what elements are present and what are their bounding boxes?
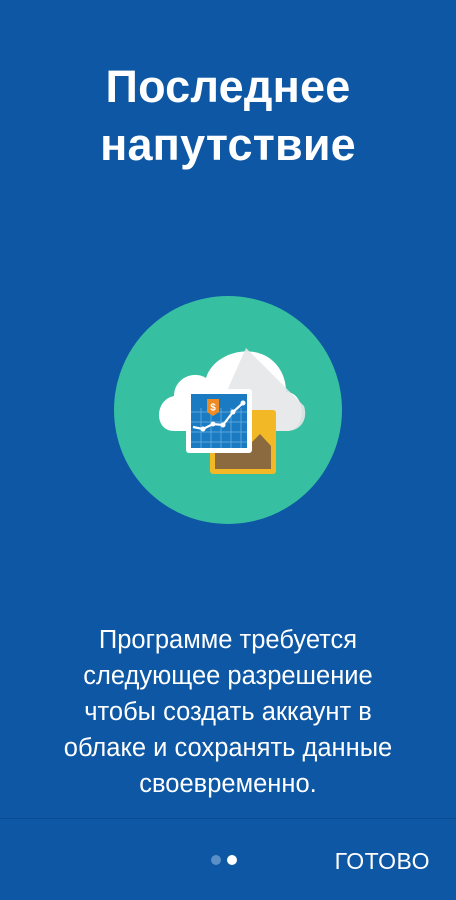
svg-text:$: $: [210, 403, 216, 414]
footer-bar: ГОТОВО: [0, 819, 456, 900]
permission-message: Программе требуется следующее разрешение…: [20, 622, 436, 802]
page-title-line-1: Последнее: [105, 61, 351, 112]
onboarding-screen: Последнее напутствие $ Программе требует…: [0, 0, 456, 900]
page-title: Последнее напутствие: [0, 58, 456, 174]
message-line-2: следующее разрешение: [83, 662, 373, 690]
done-button[interactable]: ГОТОВО: [335, 847, 430, 875]
cloud-chart-icon: $: [114, 296, 342, 524]
message-line-4: облаке и сохранять данные: [63, 734, 393, 762]
page-title-line-2: напутствие: [100, 119, 356, 170]
message-line-1: Программе требуется: [98, 626, 358, 654]
page-indicator: [211, 855, 237, 865]
page-indicator-dot-2[interactable]: [227, 855, 237, 865]
message-line-3: чтобы создать аккаунт в: [84, 698, 372, 726]
page-indicator-dot-1[interactable]: [211, 855, 221, 865]
message-line-5: своевременно.: [139, 770, 317, 798]
